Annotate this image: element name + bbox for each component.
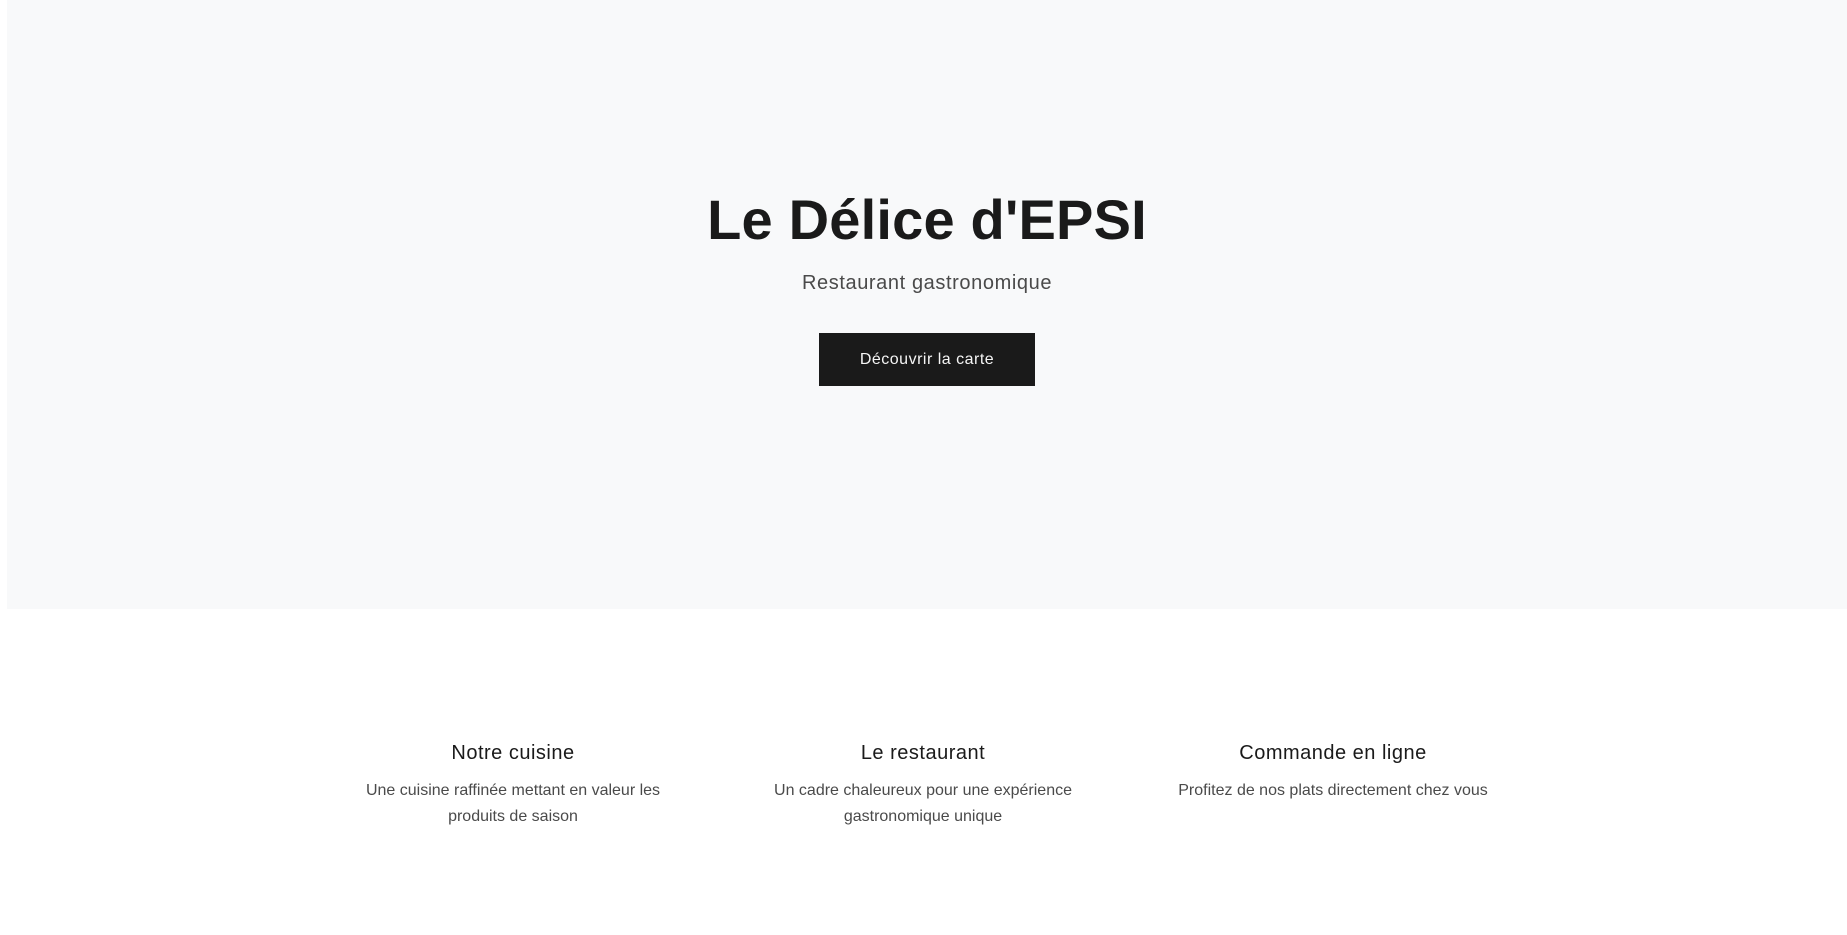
feature-title: Le restaurant [860,742,986,764]
feature-title: Commande en ligne [1239,742,1427,764]
feature-restaurant: Le restaurant Un cadre chaleureux pour u… [768,738,1078,830]
page-title: Le Délice d'EPSI [707,188,1147,251]
feature-description: Profitez de nos plats directement chez v… [1178,782,1488,799]
feature-title: Notre cuisine [451,742,575,764]
feature-cuisine: Notre cuisine Une cuisine raffinée metta… [358,738,668,830]
feature-description: Un cadre chaleureux pour une expérience … [774,782,1072,825]
hero-section: Le Délice d'EPSI Restaurant gastronomiqu… [7,0,1847,609]
hero-content: Le Délice d'EPSI Restaurant gastronomiqu… [7,185,1847,386]
feature-online-order: Commande en ligne Profitez de nos plats … [1178,738,1488,804]
hero-subtitle: Restaurant gastronomique [801,272,1053,294]
feature-description: Une cuisine raffinée mettant en valeur l… [365,782,661,825]
discover-menu-button[interactable]: Découvrir la carte [819,333,1035,386]
